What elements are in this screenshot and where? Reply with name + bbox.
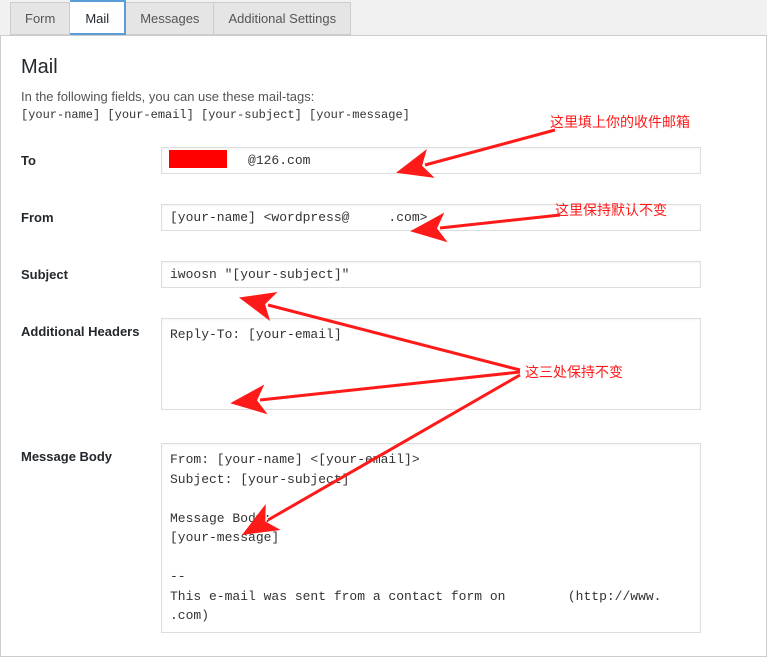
input-to[interactable] — [161, 147, 701, 174]
tab-mail[interactable]: Mail — [70, 0, 126, 35]
mail-panel: Mail In the following fields, you can us… — [0, 35, 767, 657]
row-to: To — [21, 147, 746, 174]
tab-additional-settings[interactable]: Additional Settings — [214, 2, 351, 35]
row-from: From — [21, 204, 746, 231]
mail-tags-list: [your-name] [your-email] [your-subject] … — [21, 108, 746, 122]
input-subject[interactable] — [161, 261, 701, 288]
input-from[interactable] — [161, 204, 701, 231]
tab-form[interactable]: Form — [10, 2, 70, 35]
input-headers[interactable] — [161, 318, 701, 410]
input-body[interactable] — [161, 443, 701, 633]
tabs-bar: Form Mail Messages Additional Settings — [0, 0, 767, 35]
label-from: From — [21, 204, 161, 225]
label-body: Message Body — [21, 443, 161, 464]
row-body: Message Body — [21, 443, 746, 636]
label-subject: Subject — [21, 261, 161, 282]
label-headers: Additional Headers — [21, 318, 161, 339]
panel-heading: Mail — [21, 56, 746, 79]
redaction-to — [169, 150, 227, 168]
label-to: To — [21, 147, 161, 168]
intro-text: In the following fields, you can use the… — [21, 89, 746, 104]
tab-messages[interactable]: Messages — [126, 2, 214, 35]
row-headers: Additional Headers — [21, 318, 746, 413]
row-subject: Subject — [21, 261, 746, 288]
